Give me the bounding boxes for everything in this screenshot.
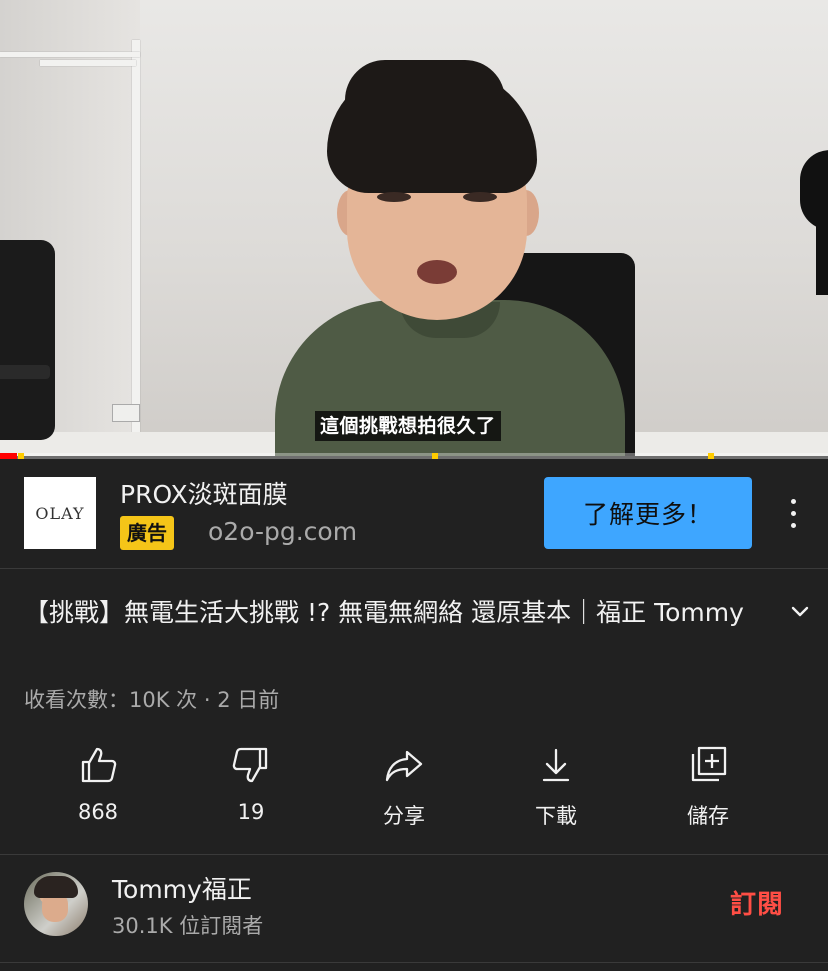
share-button[interactable]: 分享: [344, 740, 464, 840]
download-button[interactable]: 下載: [496, 740, 616, 840]
add-to-playlist-icon: [691, 746, 727, 782]
like-count: 868: [77, 800, 119, 824]
ad-title[interactable]: PROX淡斑面膜: [120, 475, 288, 511]
chevron-down-icon[interactable]: [786, 598, 814, 626]
video-subtitle: 這個挑戰想拍很久了: [315, 411, 501, 441]
action-bar: 868 19 分享 下載 儲存: [24, 740, 784, 840]
dislike-count: 19: [237, 800, 265, 824]
learn-more-button[interactable]: 了解更多！: [544, 477, 752, 549]
ad-badge: 廣告: [120, 516, 174, 550]
save-label: 儲存: [687, 804, 729, 828]
ad-banner[interactable]: OLAY PROX淡斑面膜 廣告 o2o-pg.com 了解更多！: [0, 459, 828, 569]
thumbs-down-icon: [232, 747, 268, 783]
download-label: 下載: [535, 804, 577, 828]
video-meta: 收看次數：10K 次 · 2 日前: [24, 688, 280, 712]
thumbs-up-icon: [81, 747, 117, 783]
ad-domain: o2o-pg.com: [208, 517, 358, 546]
channel-name[interactable]: Tommy福正: [112, 870, 252, 906]
share-icon: [385, 750, 423, 782]
more-options-icon[interactable]: [778, 495, 808, 531]
dislike-button[interactable]: 19: [191, 740, 311, 840]
video-player[interactable]: 這個挑戰想拍很久了: [0, 0, 828, 456]
advertiser-logo[interactable]: OLAY: [24, 477, 96, 549]
channel-avatar[interactable]: [24, 872, 88, 936]
video-title[interactable]: 【挑戰】無電生活大挑戰 !? 無電無網絡 還原基本｜福正 Tommy: [24, 594, 754, 632]
share-label: 分享: [383, 804, 425, 828]
divider: [0, 854, 828, 855]
subscriber-count: 30.1K 位訂閱者: [112, 914, 264, 938]
like-button[interactable]: 868: [38, 740, 158, 840]
video-frame-person: [255, 60, 635, 456]
subscribe-button[interactable]: 訂閱: [730, 884, 784, 921]
save-button[interactable]: 儲存: [648, 740, 768, 840]
download-icon: [542, 748, 570, 782]
divider: [0, 962, 828, 963]
